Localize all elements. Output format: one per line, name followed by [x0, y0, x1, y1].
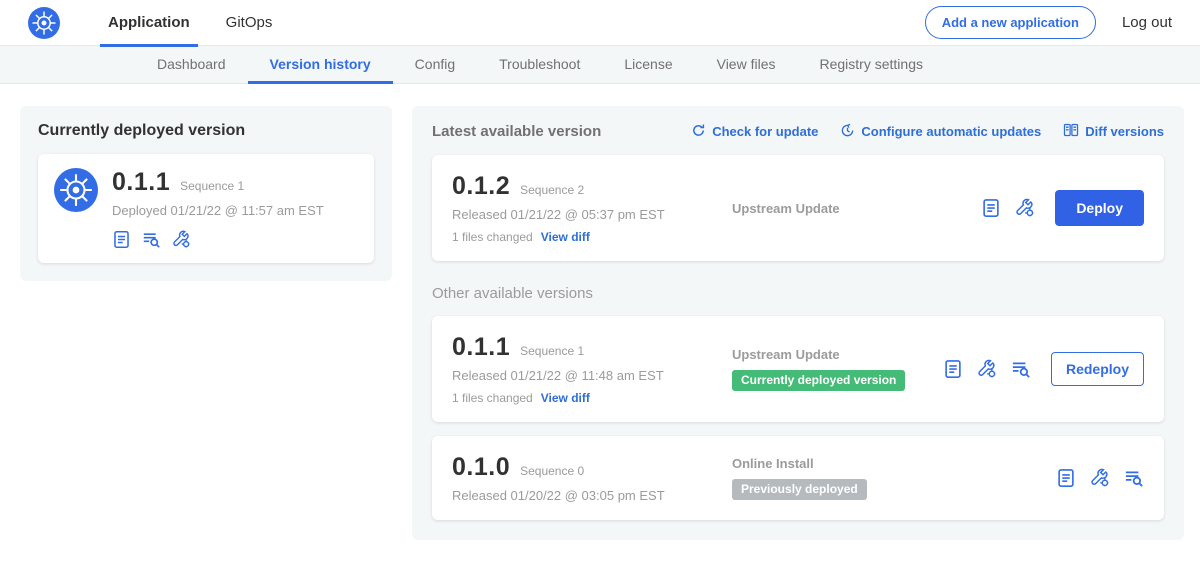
view-diff-link[interactable]: View diff — [541, 391, 590, 405]
version-number: 0.1.1 — [452, 333, 510, 362]
tab-registry-settings[interactable]: Registry settings — [798, 46, 945, 84]
header-tab-application[interactable]: Application — [90, 0, 208, 46]
version-number: 0.1.2 — [452, 172, 510, 201]
files-changed-label: 1 files changed — [452, 391, 533, 405]
view-logs-icon[interactable] — [1011, 359, 1031, 379]
deploy-button[interactable]: Deploy — [1055, 190, 1144, 226]
version-row-0-1-2: 0.1.2 Sequence 2 Released 01/21/22 @ 05:… — [432, 155, 1164, 261]
tab-version-history[interactable]: Version history — [248, 46, 393, 84]
deployed-panel-title: Currently deployed version — [38, 122, 374, 140]
edit-config-icon[interactable] — [172, 230, 191, 249]
sequence-label: Sequence 0 — [520, 464, 584, 478]
kubernetes-logo-icon — [28, 7, 60, 39]
tab-dashboard[interactable]: Dashboard — [135, 46, 248, 84]
app-logo-icon — [54, 168, 98, 212]
view-logs-icon[interactable] — [142, 230, 161, 249]
tab-view-files[interactable]: View files — [695, 46, 798, 84]
sequence-label: Sequence 2 — [520, 183, 584, 197]
version-row-0-1-0: 0.1.0 Sequence 0 Released 01/20/22 @ 03:… — [432, 436, 1164, 520]
edit-config-icon[interactable] — [1015, 198, 1035, 218]
deployed-sequence-label: Sequence 1 — [180, 179, 244, 193]
diff-versions-link[interactable]: Diff versions — [1063, 122, 1164, 141]
released-timestamp: Released 01/21/22 @ 05:37 pm EST — [452, 207, 720, 222]
view-diff-link[interactable]: View diff — [541, 230, 590, 244]
sequence-label: Sequence 1 — [520, 344, 584, 358]
tab-troubleshoot[interactable]: Troubleshoot — [477, 46, 602, 84]
currently-deployed-panel: Currently deployed version 0.1.1 Sequenc… — [20, 106, 392, 281]
release-notes-icon[interactable] — [1056, 468, 1076, 488]
auto-update-clock-icon — [840, 123, 855, 141]
other-versions-title: Other available versions — [432, 285, 1164, 302]
edit-config-icon[interactable] — [977, 359, 997, 379]
check-for-update-link[interactable]: Check for update — [691, 123, 818, 141]
deployed-version-card: 0.1.1 Sequence 1 Deployed 01/21/22 @ 11:… — [38, 154, 374, 263]
currently-deployed-badge: Currently deployed version — [732, 370, 905, 391]
configure-automatic-updates-link[interactable]: Configure automatic updates — [840, 123, 1041, 141]
released-timestamp: Released 01/20/22 @ 03:05 pm EST — [452, 488, 720, 503]
files-changed-label: 1 files changed — [452, 230, 533, 244]
version-source-label: Online Install — [732, 456, 1056, 471]
top-header: Application GitOps Add a new application… — [0, 0, 1200, 46]
logout-button[interactable]: Log out — [1122, 14, 1172, 31]
release-notes-icon[interactable] — [981, 198, 1001, 218]
deployed-timestamp: Deployed 01/21/22 @ 11:57 am EST — [112, 203, 324, 218]
app-subnav: Dashboard Version history Config Trouble… — [0, 46, 1200, 84]
deployed-version-number: 0.1.1 — [112, 168, 170, 197]
redeploy-button[interactable]: Redeploy — [1051, 352, 1144, 386]
tab-license[interactable]: License — [602, 46, 694, 84]
release-notes-icon[interactable] — [943, 359, 963, 379]
edit-config-icon[interactable] — [1090, 468, 1110, 488]
add-application-button[interactable]: Add a new application — [925, 6, 1096, 39]
tab-config[interactable]: Config — [393, 46, 477, 84]
view-logs-icon[interactable] — [1124, 468, 1144, 488]
header-tab-gitops[interactable]: GitOps — [208, 0, 291, 46]
available-versions-panel: Latest available version Check for updat… — [412, 106, 1184, 540]
version-row-0-1-1: 0.1.1 Sequence 1 Released 01/21/22 @ 11:… — [432, 316, 1164, 422]
release-notes-icon[interactable] — [112, 230, 131, 249]
latest-available-title: Latest available version — [432, 123, 601, 140]
diff-icon — [1063, 122, 1079, 141]
previously-deployed-badge: Previously deployed — [732, 479, 867, 500]
refresh-icon — [691, 123, 706, 141]
released-timestamp: Released 01/21/22 @ 11:48 am EST — [452, 368, 720, 383]
version-source-label: Upstream Update — [732, 347, 943, 362]
version-source-label: Upstream Update — [732, 201, 981, 216]
version-number: 0.1.0 — [452, 453, 510, 482]
